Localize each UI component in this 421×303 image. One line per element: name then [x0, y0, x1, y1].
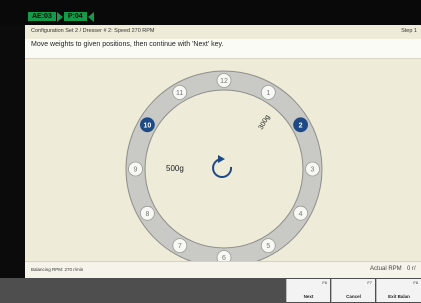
function-key-bar: F6 Next F7 Cancel F8 Exit Balan: [0, 278, 421, 303]
position-label-11: 11: [176, 90, 183, 97]
status-cell-p: P:04: [63, 12, 87, 21]
fkey-number: F7: [367, 280, 372, 285]
fkey-number: F8: [413, 280, 418, 285]
position-label-2: 2: [299, 122, 303, 129]
position-label-3: 3: [311, 167, 315, 174]
actual-rpm-label: Actual RPM: [370, 266, 402, 272]
cancel-button[interactable]: F7 Cancel: [331, 279, 375, 302]
fkey-label: Exit Balan: [388, 294, 410, 299]
status-footer: Balancing RPM: 270 r/min Actual RPM 0 r/: [25, 261, 421, 278]
fkey-label: Cancel: [346, 294, 361, 299]
position-label-8: 8: [145, 211, 149, 218]
position-label-12: 12: [220, 78, 228, 85]
actual-rpm-value: 0 r/: [407, 266, 416, 272]
balance-ring-diagram: 123456789101112 500g 300g: [125, 70, 323, 261]
fkey-number: F6: [322, 280, 327, 285]
balancing-rpm: Balancing RPM: 270 r/min: [31, 267, 84, 272]
position-label-10: 10: [144, 122, 152, 129]
fkey-label: Next: [303, 294, 314, 299]
arrow-left-icon: [87, 11, 94, 22]
status-cell-ae: AE:03: [28, 12, 56, 21]
position-label-7: 7: [178, 243, 182, 250]
position-label-4: 4: [299, 211, 303, 218]
weight-left-label: 500g: [166, 164, 184, 173]
exit-balancing-button[interactable]: F8 Exit Balan: [376, 279, 421, 302]
position-label-9: 9: [134, 167, 138, 174]
position-label-5: 5: [266, 243, 270, 250]
arrow-right-icon: [56, 11, 63, 22]
top-bar: AE:03 P:04: [0, 0, 421, 25]
status-strip: AE:03 P:04: [28, 11, 94, 22]
next-button[interactable]: F6 Next: [286, 279, 330, 302]
position-label-1: 1: [266, 90, 270, 97]
balancing-panel: Configuration Set 2 / Dresser # 2: Speed…: [25, 25, 421, 278]
